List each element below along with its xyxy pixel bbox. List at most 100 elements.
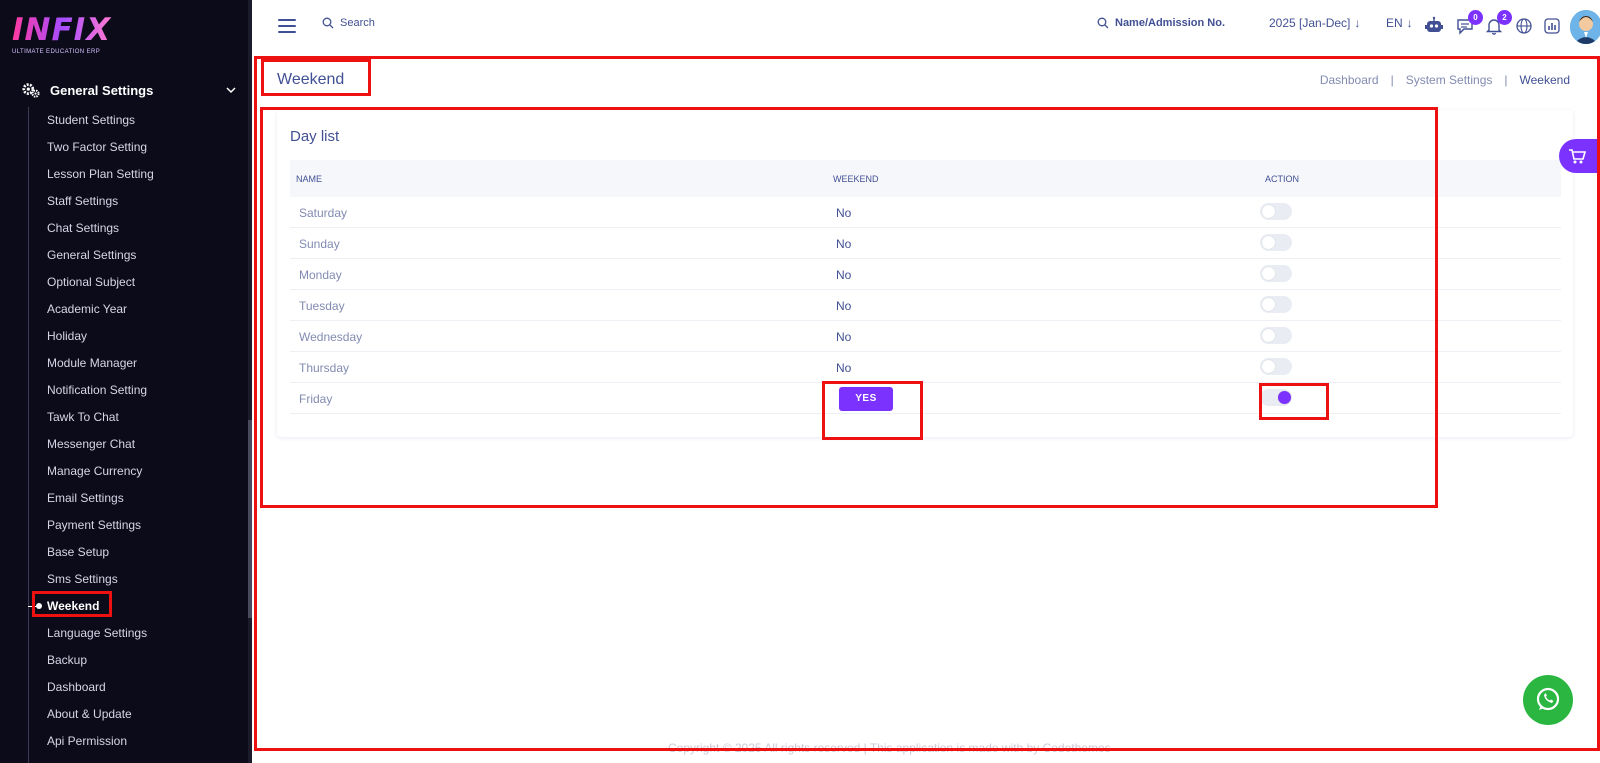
language-selector[interactable]: EN ↓ xyxy=(1386,16,1413,30)
sidebar-item-base-setup[interactable]: Base Setup xyxy=(47,539,237,566)
admission-search[interactable]: Name/Admission No. xyxy=(1097,17,1225,29)
globe-glyph xyxy=(1516,18,1532,34)
sidebar-item-general-settings[interactable]: General Settings xyxy=(47,242,237,269)
sidebar-scroll-thumb[interactable] xyxy=(248,420,252,618)
sidebar-item-tawk-to-chat[interactable]: Tawk To Chat xyxy=(47,404,237,431)
general-settings-section-toggle[interactable]: General Settings xyxy=(22,80,236,100)
sidebar-item-api-permission[interactable]: Api Permission xyxy=(47,728,237,755)
weekend-yes-button[interactable]: YES xyxy=(839,387,893,411)
weekend-status: No xyxy=(836,206,852,220)
table-row: Thursday No xyxy=(290,352,1561,383)
academic-year-selector[interactable]: 2025 [Jan-Dec] ↓ xyxy=(1269,16,1360,30)
weekend-status: No xyxy=(836,268,852,282)
weekend-toggle-switch[interactable] xyxy=(1260,327,1292,344)
sidebar-item-language-settings[interactable]: Language Settings xyxy=(47,620,237,647)
cart-floating-button[interactable] xyxy=(1559,139,1600,173)
messages-badge: 0 xyxy=(1468,10,1483,25)
tree-line xyxy=(28,107,29,763)
chevron-down-icon xyxy=(226,87,236,94)
weekend-status: No xyxy=(836,361,852,375)
logo[interactable]: INFIX ULTIMATE EDUCATION ERP xyxy=(12,14,112,58)
sidebar-item-dashboard[interactable]: Dashboard xyxy=(47,674,237,701)
sidebar-menu: Student Settings Two Factor Setting Lesson… xyxy=(28,107,237,755)
arrow-down-icon: ↓ xyxy=(1406,16,1413,30)
breadcrumb-system-settings[interactable]: System Settings xyxy=(1406,73,1493,87)
breadcrumb-current: Weekend xyxy=(1519,73,1570,87)
globe-icon[interactable] xyxy=(1514,16,1534,36)
day-list-card: Day list NAME WEEKEND ACTION Saturday No S… xyxy=(277,110,1573,437)
user-avatar[interactable] xyxy=(1570,10,1600,44)
breadcrumb-separator: | xyxy=(1504,73,1508,87)
day-name: Monday xyxy=(299,268,342,282)
sidebar-item-messenger-chat[interactable]: Messenger Chat xyxy=(47,431,237,458)
weekend-toggle-switch[interactable] xyxy=(1260,389,1292,406)
sidebar: INFIX ULTIMATE EDUCATION ERP General Set… xyxy=(0,0,252,763)
search-icon xyxy=(1097,17,1109,29)
toggle-knob xyxy=(1262,360,1275,373)
sidebar-item-notification-setting[interactable]: Notification Setting xyxy=(47,377,237,404)
sidebar-item-staff-settings[interactable]: Staff Settings xyxy=(47,188,237,215)
weekend-status: No xyxy=(836,237,852,251)
card-title: Day list xyxy=(290,128,340,145)
sidebar-item-backup[interactable]: Backup xyxy=(47,647,237,674)
topbar: Search Name/Admission No. 2025 [Jan-Dec]… xyxy=(252,0,1600,52)
sidebar-item-manage-currency[interactable]: Manage Currency xyxy=(47,458,237,485)
breadcrumb-separator: | xyxy=(1390,73,1394,87)
search-icon xyxy=(322,17,334,29)
whatsapp-button[interactable] xyxy=(1523,675,1573,725)
day-name: Wednesday xyxy=(299,330,363,344)
logo-subtitle: ULTIMATE EDUCATION ERP xyxy=(12,49,101,55)
arrow-down-icon: ↓ xyxy=(1354,16,1361,30)
table-row: Monday No xyxy=(290,259,1561,290)
academic-year-value: 2025 [Jan-Dec] xyxy=(1269,16,1351,30)
notifications-bell-icon[interactable]: 2 xyxy=(1484,10,1512,36)
sidebar-item-module-manager[interactable]: Module Manager xyxy=(47,350,237,377)
search-label: Search xyxy=(340,17,375,29)
cart-icon xyxy=(1569,149,1587,164)
sidebar-item-academic-year[interactable]: Academic Year xyxy=(47,296,237,323)
table-row: Tuesday No xyxy=(290,290,1561,321)
toggle-knob xyxy=(1262,329,1275,342)
robot-icon[interactable] xyxy=(1424,16,1444,36)
day-name: Friday xyxy=(299,392,333,406)
sidebar-item-chat-settings[interactable]: Chat Settings xyxy=(47,215,237,242)
weekend-status: No xyxy=(836,299,852,313)
chart-icon[interactable] xyxy=(1542,16,1562,36)
breadcrumb: Dashboard | System Settings | Weekend xyxy=(1320,73,1570,87)
weekend-toggle-switch[interactable] xyxy=(1260,265,1292,282)
weekend-toggle-switch[interactable] xyxy=(1260,296,1292,313)
admission-search-label: Name/Admission No. xyxy=(1115,17,1226,29)
gears-icon xyxy=(22,83,40,98)
sidebar-item-lesson-plan-setting[interactable]: Lesson Plan Setting xyxy=(47,161,237,188)
column-header-weekend: WEEKEND xyxy=(833,174,879,184)
sidebar-item-about-update[interactable]: About & Update xyxy=(47,701,237,728)
sidebar-item-payment-settings[interactable]: Payment Settings xyxy=(47,512,237,539)
toggle-knob xyxy=(1262,298,1275,311)
sidebar-item-optional-subject[interactable]: Optional Subject xyxy=(47,269,237,296)
sidebar-item-holiday[interactable]: Holiday xyxy=(47,323,237,350)
table-header: NAME WEEKEND ACTION xyxy=(290,160,1561,197)
table-row: Sunday No xyxy=(290,228,1561,259)
robot-glyph xyxy=(1425,16,1443,32)
sidebar-item-two-factor-setting[interactable]: Two Factor Setting xyxy=(47,134,237,161)
table-row: Friday YES xyxy=(290,383,1561,414)
sidebar-item-email-settings[interactable]: Email Settings xyxy=(47,485,237,512)
sidebar-item-sms-settings[interactable]: Sms Settings xyxy=(47,566,237,593)
toggle-knob xyxy=(1262,205,1275,218)
weekend-toggle-switch[interactable] xyxy=(1260,358,1292,375)
footer-copyright: Copyright © 2025 All rights reserved | T… xyxy=(668,741,1111,755)
breadcrumb-dashboard[interactable]: Dashboard xyxy=(1320,73,1379,87)
sidebar-item-weekend[interactable]: Weekend xyxy=(28,593,237,620)
weekend-toggle-switch[interactable] xyxy=(1260,234,1292,251)
weekend-toggle-switch[interactable] xyxy=(1260,203,1292,220)
day-name: Saturday xyxy=(299,206,348,220)
hamburger-menu-icon[interactable] xyxy=(278,19,296,33)
weekend-status: No xyxy=(836,330,852,344)
messages-icon[interactable]: 0 xyxy=(1455,10,1483,36)
sidebar-item-student-settings[interactable]: Student Settings xyxy=(47,107,237,134)
search-button[interactable]: Search xyxy=(322,17,375,29)
sidebar-scrollbar[interactable] xyxy=(248,0,252,763)
day-name: Sunday xyxy=(299,237,340,251)
whatsapp-icon xyxy=(1536,687,1560,711)
language-value: EN xyxy=(1386,16,1403,30)
